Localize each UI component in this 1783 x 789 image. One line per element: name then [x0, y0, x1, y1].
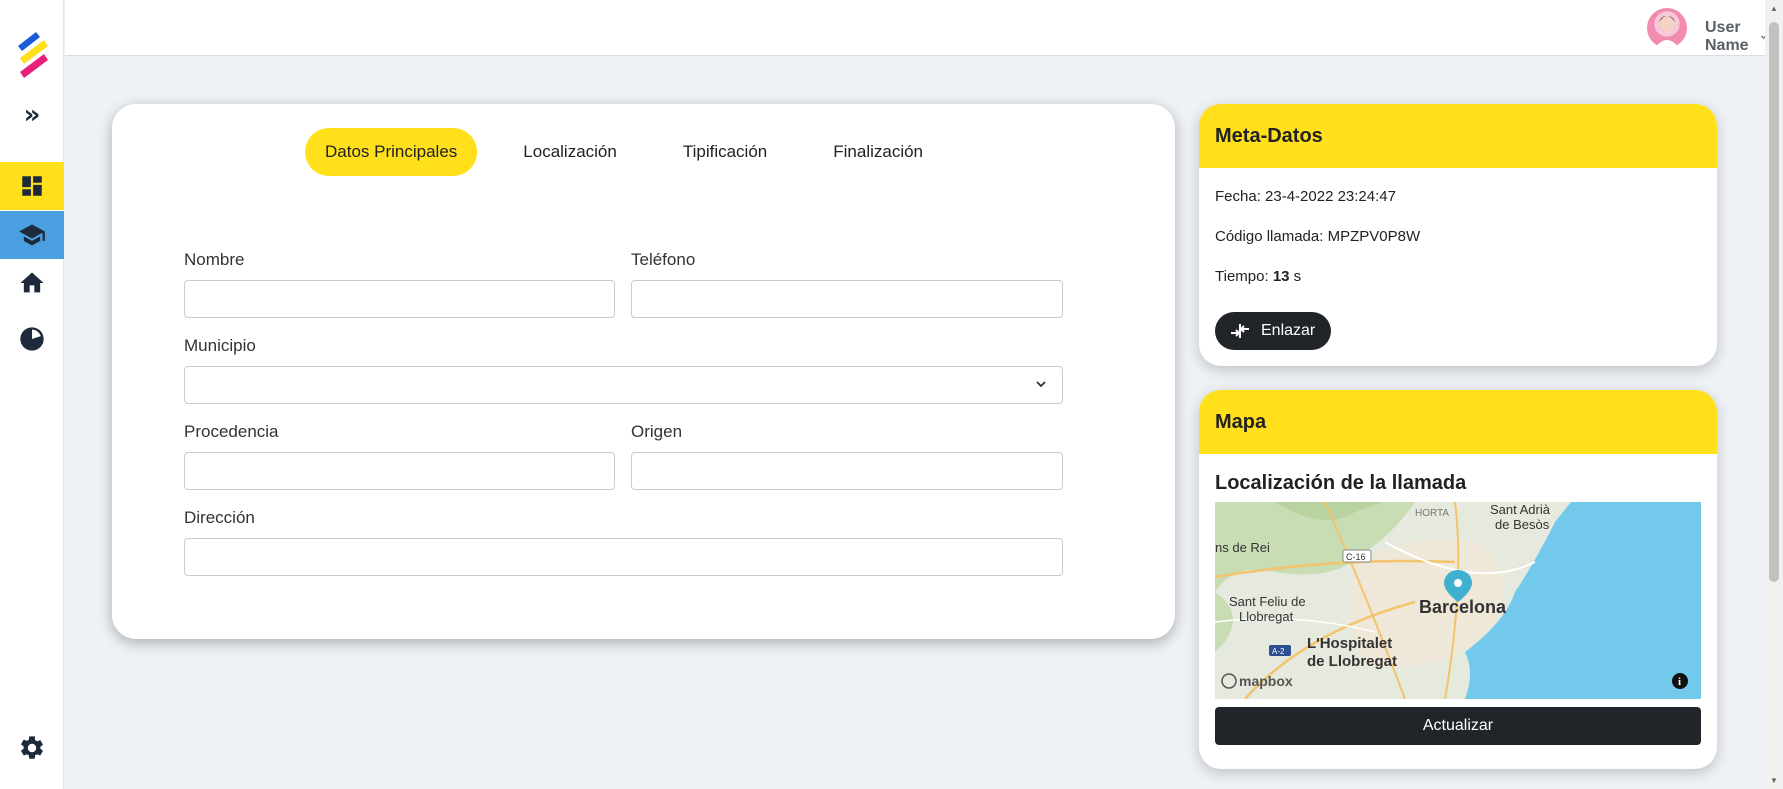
fecha-value: 23-4-2022 23:24:47: [1265, 188, 1396, 205]
tab-finalizacion[interactable]: Finalización: [813, 128, 943, 176]
scroll-up-icon[interactable]: ▲: [1769, 4, 1779, 13]
sidebar: »: [0, 0, 64, 789]
sidebar-item-stats[interactable]: [0, 315, 64, 363]
procedencia-label: Procedencia: [184, 422, 279, 441]
procedencia-field-box: [184, 452, 615, 490]
municipio-label: Municipio: [184, 336, 256, 355]
pie-chart-icon: [20, 327, 44, 351]
telefono-field-box: [631, 280, 1063, 318]
tiempo-unit: s: [1293, 268, 1302, 285]
main-form-card: Datos Principales Localización Tipificac…: [112, 104, 1175, 639]
sidebar-item-school[interactable]: [0, 211, 64, 259]
mapa-title: Mapa: [1199, 390, 1717, 454]
tiempo-label: Tiempo:: [1215, 268, 1269, 285]
nombre-field[interactable]: [185, 281, 614, 317]
origen-label: Origen: [631, 422, 683, 441]
map-label-c16: C-16: [1346, 552, 1366, 562]
map-label-ns-de-rei: ns de Rei: [1215, 540, 1270, 555]
link-arrows-icon: [1231, 324, 1249, 338]
actualizar-button[interactable]: Actualizar: [1215, 707, 1701, 745]
meta-datos-title: Meta-Datos: [1199, 104, 1717, 168]
direccion-label: Dirección: [184, 508, 255, 527]
top-bar: User Name: [65, 0, 1767, 56]
telefono-field[interactable]: [632, 281, 1062, 317]
avatar[interactable]: [1647, 8, 1687, 48]
enlazar-button[interactable]: Enlazar: [1215, 312, 1332, 350]
sidebar-item-settings[interactable]: [0, 724, 64, 772]
map-subtitle: Localización de la llamada: [1215, 472, 1467, 494]
direccion-field-box: [184, 538, 1063, 576]
form-tabs: Datos Principales Localización Tipificac…: [305, 128, 943, 176]
map-label-a2: A-2: [1272, 647, 1285, 656]
origen-field[interactable]: [632, 453, 1062, 489]
meta-datos-card: Meta-Datos Fecha: 23-4-2022 23:24:47 Cód…: [1199, 104, 1717, 366]
codigo-row: Código llamada: MPZPV0P8W: [1215, 228, 1420, 245]
user-name: User Name: [1705, 19, 1749, 54]
tab-localizacion[interactable]: Localización: [503, 128, 637, 176]
map-label-horta: HORTA: [1415, 508, 1449, 519]
codigo-label: Código llamada:: [1215, 228, 1324, 245]
user-menu[interactable]: User Name: [1705, 19, 1767, 55]
enlazar-label: Enlazar: [1261, 322, 1316, 339]
fecha-row: Fecha: 23-4-2022 23:24:47: [1215, 188, 1396, 205]
municipio-select[interactable]: [184, 366, 1063, 404]
fecha-label: Fecha:: [1215, 188, 1261, 205]
tiempo-row: Tiempo: 13 s: [1215, 268, 1301, 285]
origen-field-box: [631, 452, 1063, 490]
nombre-label: Nombre: [184, 250, 245, 269]
map-label-hospitalet-2: de Llobregat: [1307, 653, 1397, 670]
home-icon: [20, 272, 44, 293]
dashboard-icon: [22, 176, 42, 196]
direccion-field[interactable]: [185, 539, 1062, 575]
tiempo-value: 13: [1272, 268, 1290, 285]
procedencia-field[interactable]: [185, 453, 614, 489]
nombre-field-box: [184, 280, 615, 318]
tab-datos-principales[interactable]: Datos Principales: [305, 128, 478, 176]
chevron-down-icon: [1036, 381, 1046, 388]
page-scrollbar[interactable]: ▲ ▼: [1765, 0, 1783, 789]
map-label-sant-feliu-2: Llobregat: [1239, 609, 1294, 624]
location-map[interactable]: HORTA Sant Adrià de Besòs ns de Rei C-16…: [1215, 502, 1701, 699]
sidebar-item-dashboard[interactable]: [0, 162, 64, 210]
svg-text:i: i: [1678, 676, 1681, 688]
gear-icon: [21, 736, 43, 759]
graduation-cap-icon: [19, 224, 45, 246]
map-label-sant-adria-1: Sant Adrià: [1490, 502, 1551, 517]
codigo-value: MPZPV0P8W: [1327, 228, 1421, 245]
sidebar-item-home[interactable]: [0, 259, 64, 307]
mapbox-logo: mapbox: [1239, 673, 1293, 689]
map-label-hospitalet-1: L'Hospitalet: [1307, 635, 1392, 652]
scrollbar-thumb[interactable]: [1769, 22, 1779, 582]
mapa-card: Mapa Localización de la llamada HORTA Sa…: [1199, 390, 1717, 769]
scroll-down-icon[interactable]: ▼: [1769, 776, 1779, 785]
map-label-sant-adria-2: de Besòs: [1495, 517, 1550, 532]
tab-tipificacion[interactable]: Tipificación: [663, 128, 787, 176]
map-label-sant-feliu-1: Sant Feliu de: [1229, 594, 1306, 609]
telefono-label: Teléfono: [631, 250, 696, 269]
map-label-barcelona: Barcelona: [1419, 597, 1507, 617]
expand-sidebar-icon[interactable]: »: [18, 102, 46, 128]
app-logo[interactable]: [14, 30, 50, 84]
